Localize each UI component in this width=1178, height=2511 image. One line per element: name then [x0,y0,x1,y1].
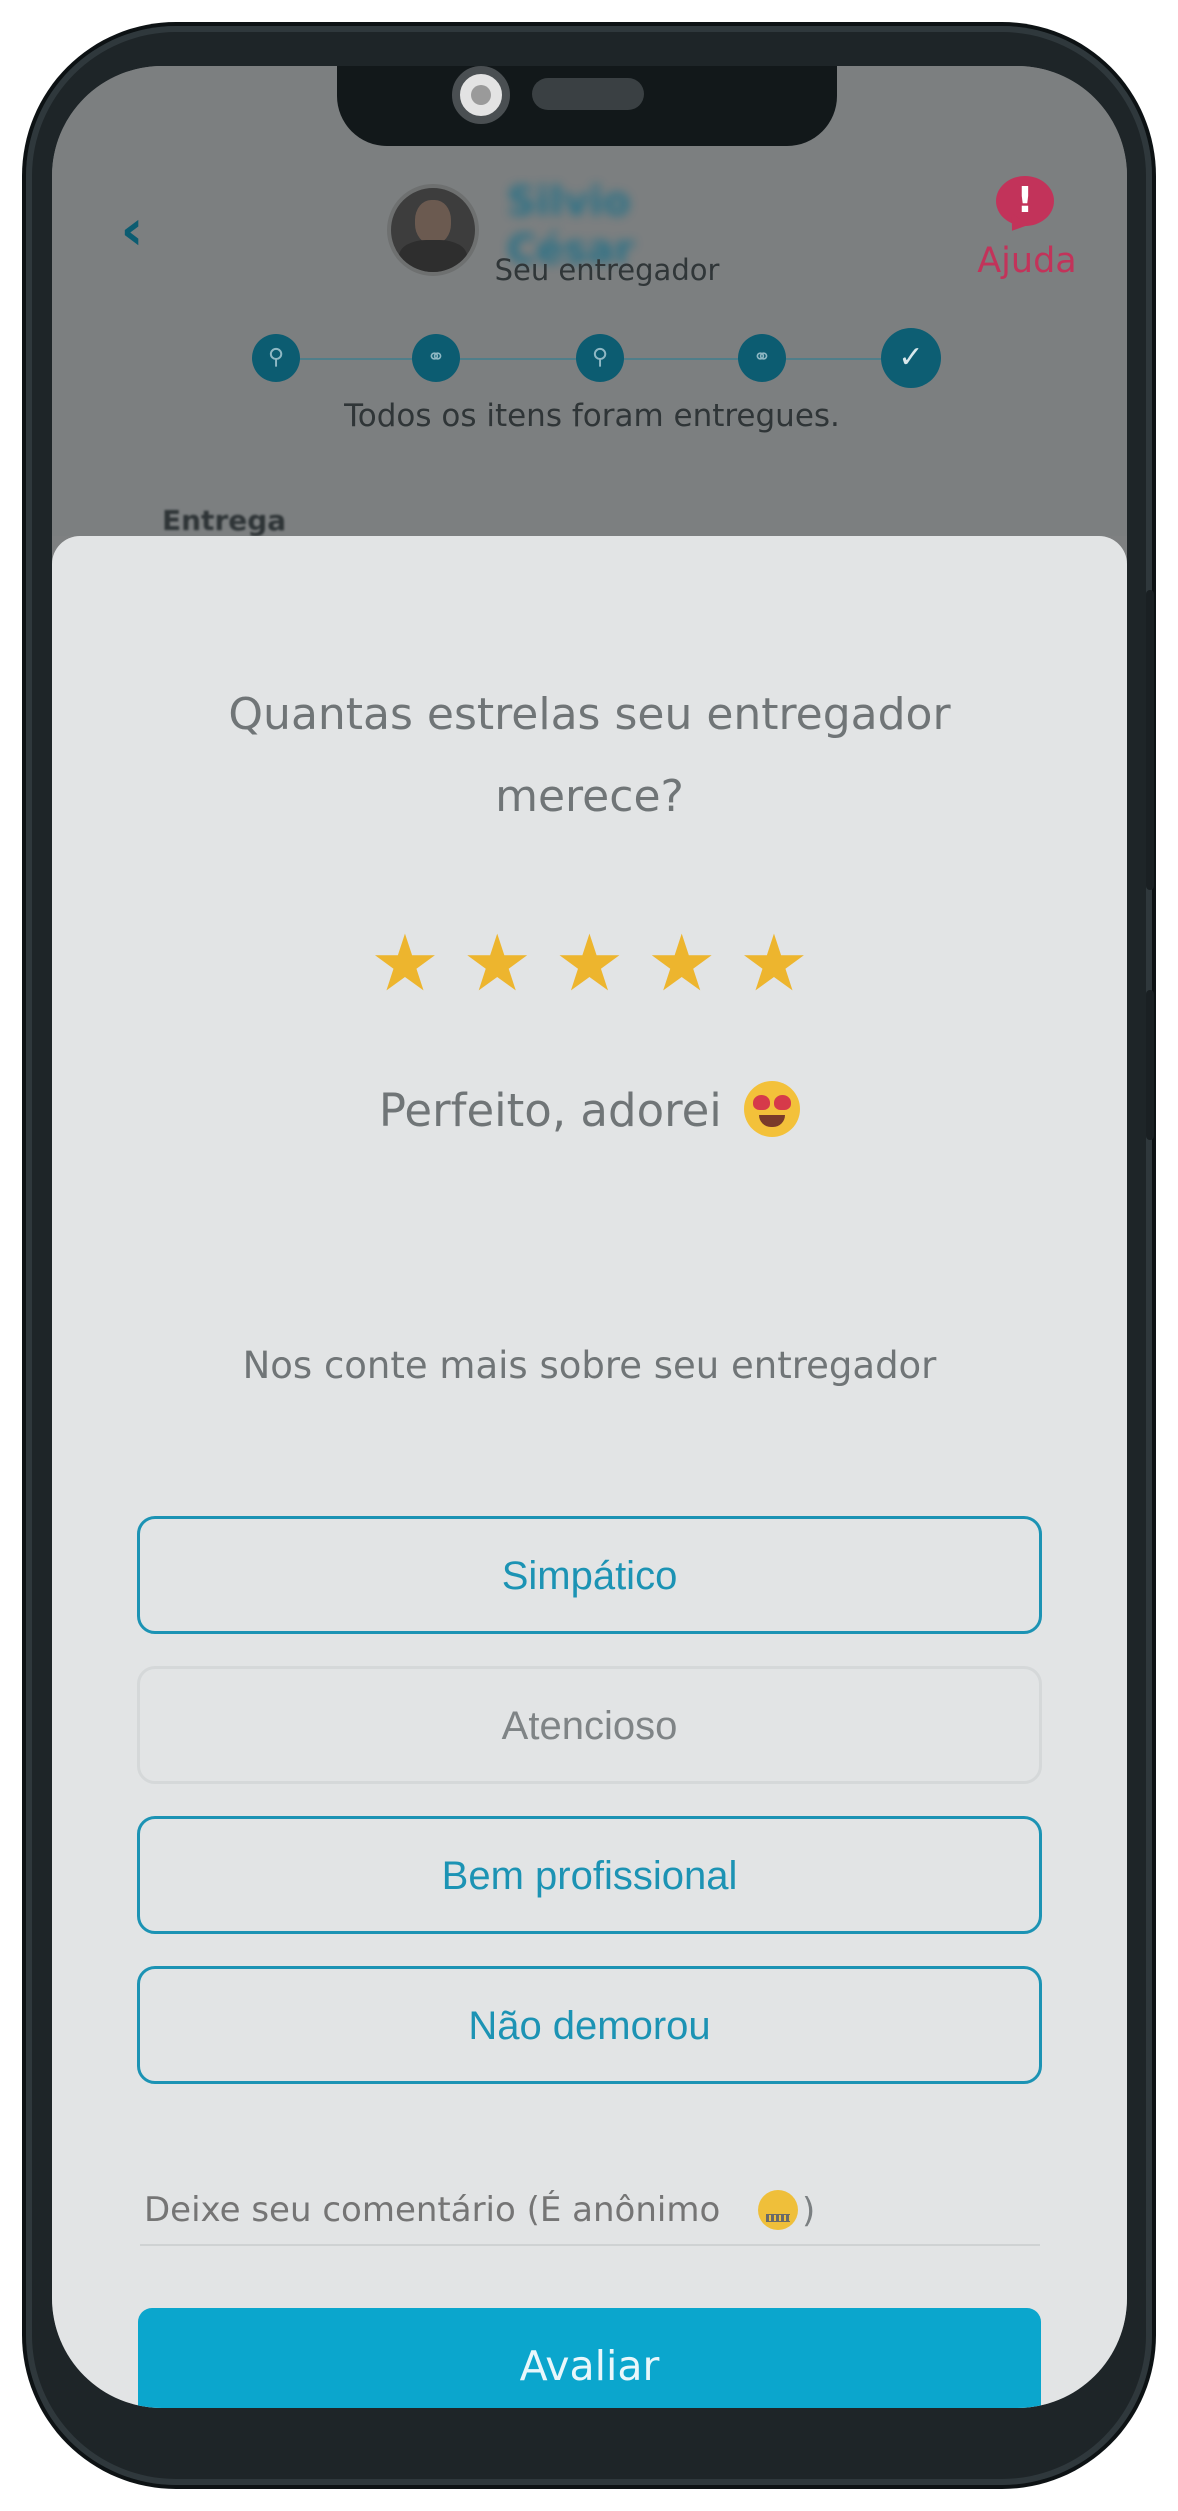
comment-placeholder-end: ) [802,2191,816,2231]
zipper-mouth-emoji-icon [758,2190,798,2230]
courier-avatar [387,184,479,276]
star-icon[interactable]: ★ [736,925,812,1003]
star-icon[interactable]: ★ [644,925,720,1003]
rating-label-text: Perfeito, adorei [378,1084,722,1137]
comment-input[interactable] [140,2176,1040,2246]
star-icon[interactable]: ★ [459,925,535,1003]
step-bike-icon: ⚭ [412,334,460,382]
step-check-icon: ✓ [881,328,941,388]
power-button [1146,990,1154,1140]
feedback-title: Nos conte mais sobre seu entregador [242,1344,937,1387]
tag-atencioso[interactable]: Atencioso [137,1666,1042,1784]
smile-mouth [759,1115,786,1127]
help-link[interactable]: Ajuda [972,238,1082,284]
heart-eyes-emoji-icon [744,1081,801,1137]
submit-rating-button[interactable]: Avaliar [138,2308,1041,2408]
zipper [766,2214,790,2222]
obscured-section-heading: Entrega [162,506,287,536]
star-icon[interactable]: ★ [552,925,628,1003]
rating-label: Perfeito, adorei [252,1076,927,1146]
courier-subtitle: Seu entregador [494,253,720,287]
help-chat-icon[interactable]: ! [996,176,1054,226]
earpiece-speaker [532,78,644,110]
rating-question: Quantas estrelas seu entregador merece? [228,689,951,822]
step-location-pin-icon: ⚲ [576,334,624,382]
heart-right [774,1095,792,1110]
courier-header: ‹ Silvio César Seu entregador ! Ajuda ⚲ … [52,66,1127,536]
delivery-status: Todos os itens foram entregues. [344,398,840,434]
star-icon[interactable]: ★ [367,925,443,1003]
step-bike-icon: ⚭ [738,334,786,382]
star-rating[interactable]: ★ ★ ★ ★ ★ [367,925,812,1016]
courier-name: Silvio César [507,179,635,273]
heart-left [753,1095,771,1110]
app-screen: ‹ Silvio César Seu entregador ! Ajuda ⚲ … [52,66,1127,2408]
rating-sheet: Quantas estrelas seu entregador merece? … [52,536,1127,2408]
volume-button [1146,590,1154,890]
tag-bem-profissional[interactable]: Bem profissional [137,1816,1042,1934]
back-arrow-icon[interactable]: ‹ [102,201,162,261]
front-camera [452,66,510,124]
tag-simpatico[interactable]: Simpático [137,1516,1042,1634]
tag-nao-demorou[interactable]: Não demorou [137,1966,1042,2084]
avatar-head [415,200,451,244]
step-search-icon: ⚲ [252,334,300,382]
avatar-shoulders [399,240,467,272]
